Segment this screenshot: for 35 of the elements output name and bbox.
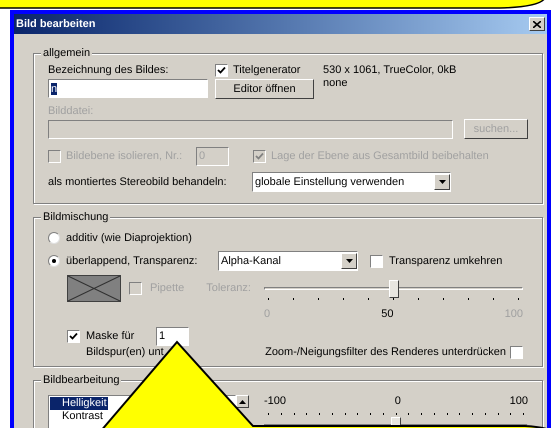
dropdown[interactable]: globale Einstellung verwenden	[252, 172, 451, 192]
tick-label: -100	[264, 395, 286, 408]
tick-label: 50	[381, 308, 394, 321]
color-swatch-icon[interactable]	[67, 275, 121, 302]
dropdown[interactable]: Alpha-Kanal	[218, 251, 358, 271]
checkbox-label: Maske für	[86, 330, 134, 342]
checkbox[interactable]	[67, 330, 80, 343]
number-field[interactable]: 1	[156, 327, 189, 346]
radio-label: überlappend, Transparenz:	[66, 254, 198, 268]
checkbox-label: Zoom-/Neigungsfilter des Renderes unterdrücken	[265, 346, 506, 359]
editor-button[interactable]: Editor öffnen	[215, 79, 314, 99]
checkbox-label: Transparenz umkehren	[389, 254, 502, 268]
list-item[interactable]: Kontrast	[50, 410, 108, 423]
field-label: Bezeichnung des Bildes:	[48, 64, 170, 77]
input-field[interactable]: n	[48, 79, 208, 98]
checkbox[interactable]	[215, 64, 228, 77]
field-label: als montiertes Stereobild behandeln:	[48, 176, 228, 188]
group-title: Bildmischung	[41, 210, 110, 224]
list-item[interactable]: Helligkeit	[50, 397, 108, 410]
mask-label: Bildspur(en) unt	[86, 346, 165, 359]
tick-label: 0	[394, 395, 401, 408]
scroll-up-icon[interactable]	[236, 395, 249, 408]
checkbox-label: Titelgenerator	[233, 64, 300, 77]
radio-button[interactable]	[48, 255, 60, 267]
checkbox[interactable]	[370, 254, 383, 268]
image-info: none	[323, 77, 348, 90]
group-title: allgemein	[41, 46, 92, 60]
group-title: Bildbearbeitung	[41, 373, 122, 387]
checkbox[interactable]	[510, 346, 523, 359]
window-title: Bild bearbeiten	[16, 18, 96, 30]
radio-button[interactable]	[48, 232, 60, 244]
radio-label: additiv (wie Diaprojektion)	[66, 232, 192, 244]
close-icon[interactable]	[529, 17, 545, 31]
tick-label: 100	[510, 395, 528, 408]
image-info: 530 x 1061, TrueColor, 0kB	[323, 64, 456, 77]
